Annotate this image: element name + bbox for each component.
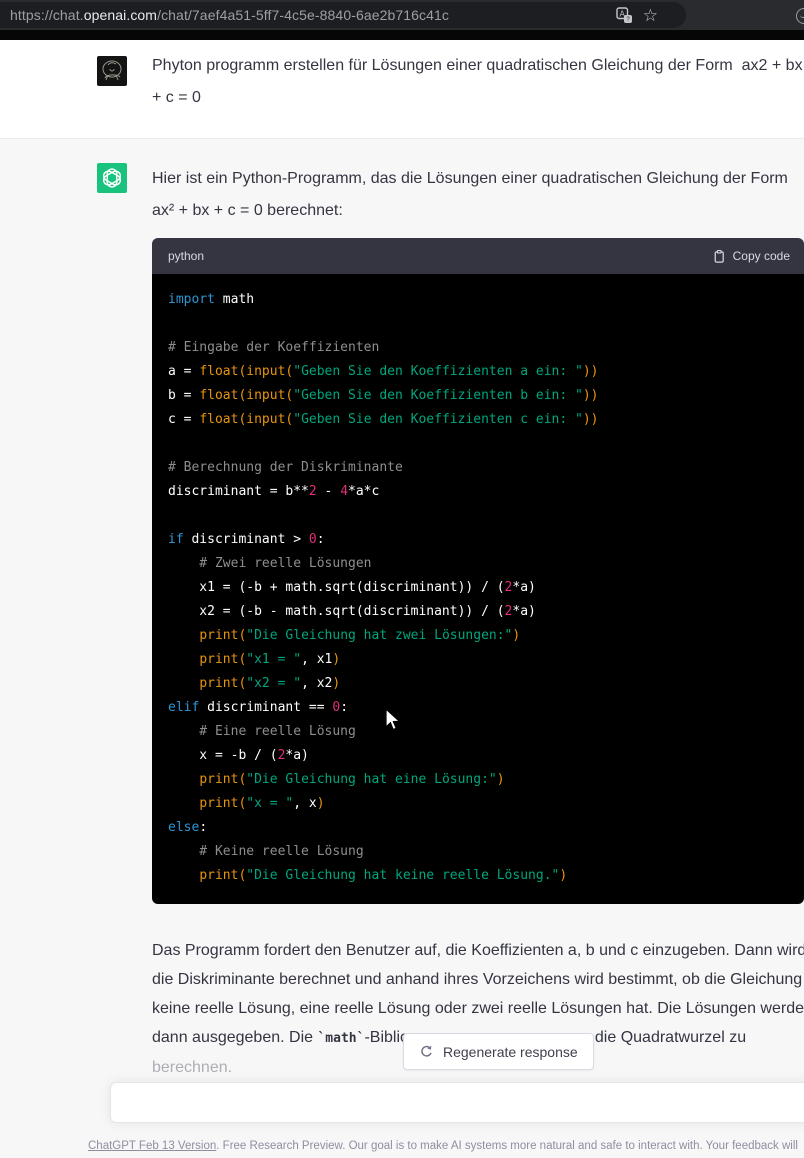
code-line	[168, 432, 788, 456]
code-line: print("Die Gleichung hat eine Lösung:")	[168, 768, 788, 792]
page-url: https://chat.openai.com/chat/7aef4a51-5f…	[10, 7, 449, 23]
code-line: x = -b / (2*a)	[168, 744, 788, 768]
code-line	[168, 504, 788, 528]
code-language-label: python	[168, 249, 204, 263]
code-line: elif discriminant == 0:	[168, 696, 788, 720]
profile-circle-icon[interactable]	[796, 8, 804, 24]
code-block-header: python Copy code	[152, 238, 804, 274]
code-line: x2 = (-b - math.sqrt(discriminant)) / (2…	[168, 600, 788, 624]
bookmark-star-icon[interactable]: ☆	[643, 7, 658, 24]
code-body: import math # Eingabe der Koeffizientena…	[152, 274, 804, 904]
user-avatar	[97, 56, 127, 86]
code-line: # Zwei reelle Lösungen	[168, 552, 788, 576]
footer-disclaimer: ChatGPT Feb 13 Version. Free Research Pr…	[88, 1140, 804, 1152]
code-line: # Berechnung der Diskriminante	[168, 456, 788, 480]
regenerate-response-button[interactable]: Regenerate response	[403, 1033, 594, 1070]
code-line: discriminant = b**2 - 4*a*c	[168, 480, 788, 504]
code-line: # Keine reelle Lösung	[168, 840, 788, 864]
code-line: if discriminant > 0:	[168, 528, 788, 552]
assistant-intro-text: Hier ist ein Python-Programm, das die Lö…	[152, 163, 804, 227]
code-line: print("Die Gleichung hat zwei Lösungen:"…	[168, 624, 788, 648]
code-line: c = float(input("Geben Sie den Koeffizie…	[168, 408, 788, 432]
url-address-bar[interactable]: 2 https://chat.openai.com/chat/7aef4a51-…	[0, 2, 686, 28]
code-line: print("x = ", x)	[168, 792, 788, 816]
user-message-row: Phyton programm erstellen für Lösungen e…	[0, 40, 804, 139]
chatgpt-logo-icon	[97, 163, 127, 193]
code-line: # Eine reelle Lösung	[168, 720, 788, 744]
code-line: a = float(input("Geben Sie den Koeffizie…	[168, 360, 788, 384]
browser-toolbar: 2 https://chat.openai.com/chat/7aef4a51-…	[0, 0, 804, 30]
translate-icon[interactable]: A ?	[616, 7, 633, 24]
code-line: # Eingabe der Koeffizienten	[168, 336, 788, 360]
code-line: print("x2 = ", x2)	[168, 672, 788, 696]
url-domain: openai.com	[84, 7, 157, 23]
clipboard-icon	[711, 249, 726, 264]
inline-code-math: `math`	[317, 1031, 364, 1046]
version-link[interactable]: ChatGPT Feb 13 Version	[88, 1140, 216, 1152]
refresh-icon	[419, 1044, 434, 1059]
code-block: python Copy code import math # Eingabe d…	[152, 238, 804, 904]
code-line: print("Die Gleichung hat keine reelle Lö…	[168, 864, 788, 888]
code-line: import math	[168, 288, 788, 312]
user-message-text: Phyton programm erstellen für Lösungen e…	[152, 50, 804, 114]
assistant-message-row: Hier ist ein Python-Programm, das die Lö…	[0, 140, 804, 1158]
window-divider	[0, 30, 804, 40]
code-line	[168, 312, 788, 336]
chat-message-input[interactable]	[110, 1082, 804, 1123]
browser-window: 2 https://chat.openai.com/chat/7aef4a51-…	[0, 0, 804, 1158]
code-line: b = float(input("Geben Sie den Koeffizie…	[168, 384, 788, 408]
code-line: print("x1 = ", x1)	[168, 648, 788, 672]
code-line: else:	[168, 816, 788, 840]
code-line: x1 = (-b + math.sqrt(discriminant)) / (2…	[168, 576, 788, 600]
copy-code-button[interactable]: Copy code	[711, 249, 790, 264]
